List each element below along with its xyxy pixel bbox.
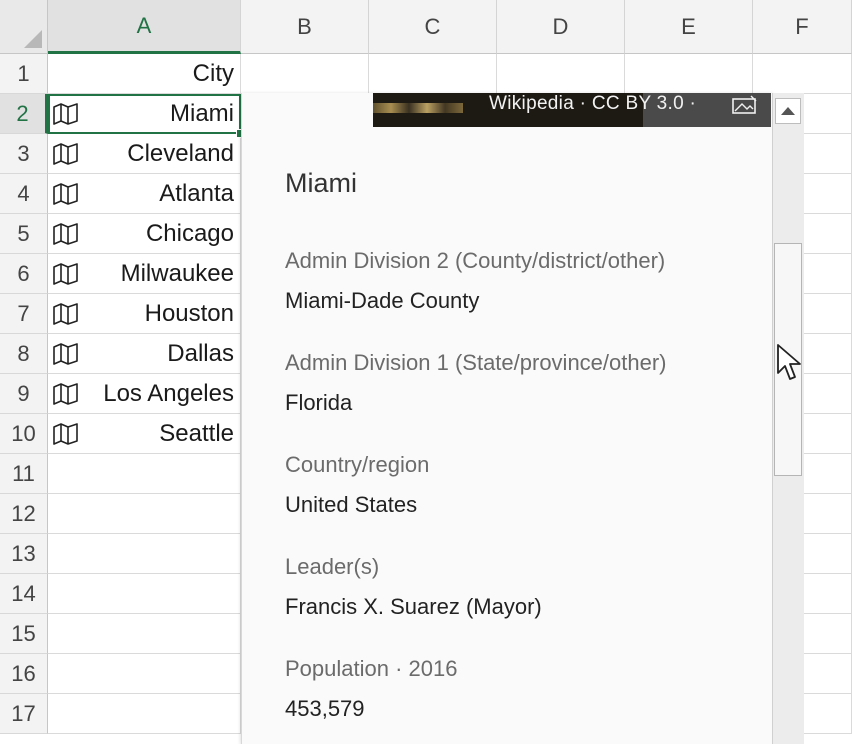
- field-value[interactable]: Francis X. Suarez (Mayor): [285, 594, 542, 620]
- column-header-c[interactable]: C: [369, 0, 497, 54]
- active-cell-border: [48, 94, 241, 134]
- cell-b1[interactable]: [241, 54, 369, 94]
- field-label: Admin Division 1 (State/province/other): [285, 350, 667, 375]
- field-label: Population · 2016: [285, 656, 458, 681]
- cell-f9[interactable]: [804, 374, 852, 414]
- cell-a9[interactable]: Los Angeles: [48, 374, 241, 414]
- cell-f13[interactable]: [804, 534, 852, 574]
- cell-a17[interactable]: [48, 694, 241, 734]
- row-header-5[interactable]: 5: [0, 214, 48, 254]
- cell-d1[interactable]: [497, 54, 625, 94]
- city-photo: [373, 103, 463, 113]
- cell-f6[interactable]: [804, 254, 852, 294]
- row-header-16[interactable]: 16: [0, 654, 48, 694]
- cell-text: Seattle: [159, 419, 234, 447]
- cell-text: Cleveland: [127, 139, 234, 167]
- cell-f2[interactable]: [804, 94, 852, 134]
- field-label: Admin Division 2 (County/district/other): [285, 248, 666, 273]
- row-header-11[interactable]: 11: [0, 454, 48, 494]
- column-header-a[interactable]: A: [48, 0, 241, 54]
- cell-text: Dallas: [167, 339, 234, 367]
- cell-text: Houston: [144, 299, 234, 327]
- row-header-17[interactable]: 17: [0, 694, 48, 734]
- map-icon[interactable]: [52, 302, 80, 325]
- cell-a12[interactable]: [48, 494, 241, 534]
- data-type-card: Wikipedia · CC BY 3.0 · Miami Admin Divi…: [241, 93, 773, 744]
- cell-f10[interactable]: [804, 414, 852, 454]
- card-scrollbar[interactable]: [772, 93, 804, 744]
- map-icon[interactable]: [52, 222, 80, 245]
- cell-a14[interactable]: [48, 574, 241, 614]
- column-header-b[interactable]: B: [241, 0, 369, 54]
- cell-f7[interactable]: [804, 294, 852, 334]
- cell-f4[interactable]: [804, 174, 852, 214]
- map-icon[interactable]: [52, 422, 80, 445]
- image-icon[interactable]: [731, 95, 757, 115]
- cell-f17[interactable]: [804, 694, 852, 734]
- row-header-3[interactable]: 3: [0, 134, 48, 174]
- cell-f1[interactable]: [753, 54, 852, 94]
- select-all-corner[interactable]: [0, 0, 48, 54]
- field-label: Country/region: [285, 452, 430, 477]
- row-header-12[interactable]: 12: [0, 494, 48, 534]
- cell-text: City: [192, 59, 234, 87]
- cell-f11[interactable]: [804, 454, 852, 494]
- cell-a4[interactable]: Atlanta: [48, 174, 241, 214]
- chevron-up-icon[interactable]: [775, 98, 801, 124]
- map-icon[interactable]: [52, 182, 80, 205]
- cell-text: Milwaukee: [120, 259, 234, 287]
- image-credit[interactable]: Wikipedia · CC BY 3.0 ·: [489, 93, 696, 115]
- row-header-9[interactable]: 9: [0, 374, 48, 414]
- cell-f3[interactable]: [804, 134, 852, 174]
- cell-a13[interactable]: [48, 534, 241, 574]
- cell-a3[interactable]: Cleveland: [48, 134, 241, 174]
- field-value[interactable]: Florida: [285, 390, 352, 416]
- row-header-15[interactable]: 15: [0, 614, 48, 654]
- row-header-13[interactable]: 13: [0, 534, 48, 574]
- row-header-7[interactable]: 7: [0, 294, 48, 334]
- cell-e1[interactable]: [625, 54, 753, 94]
- cell-a6[interactable]: Milwaukee: [48, 254, 241, 294]
- cell-a11[interactable]: [48, 454, 241, 494]
- mouse-pointer-icon: [777, 344, 801, 380]
- row-header-8[interactable]: 8: [0, 334, 48, 374]
- cell-f15[interactable]: [804, 614, 852, 654]
- field-label: Leader(s): [285, 554, 380, 579]
- cell-f5[interactable]: [804, 214, 852, 254]
- map-icon[interactable]: [52, 262, 80, 285]
- column-header-f[interactable]: F: [753, 0, 852, 54]
- row-header-4[interactable]: 4: [0, 174, 48, 214]
- map-icon[interactable]: [52, 342, 80, 365]
- row-header-2[interactable]: 2: [0, 94, 48, 134]
- row-header-14[interactable]: 14: [0, 574, 48, 614]
- cell-a7[interactable]: Houston: [48, 294, 241, 334]
- cell-a1[interactable]: City: [48, 54, 241, 94]
- cell-a15[interactable]: [48, 614, 241, 654]
- cell-a16[interactable]: [48, 654, 241, 694]
- field-value[interactable]: Miami-Dade County: [285, 288, 479, 314]
- card-title: Miami: [285, 168, 357, 198]
- cell-f14[interactable]: [804, 574, 852, 614]
- cell-a10[interactable]: Seattle: [48, 414, 241, 454]
- field-value[interactable]: 453,579: [285, 696, 365, 722]
- cell-f16[interactable]: [804, 654, 852, 694]
- column-header-e[interactable]: E: [625, 0, 753, 54]
- column-header-d[interactable]: D: [497, 0, 625, 54]
- field-value[interactable]: United States: [285, 492, 417, 518]
- cell-a5[interactable]: Chicago: [48, 214, 241, 254]
- row-header-1[interactable]: 1: [0, 54, 48, 94]
- cell-f8[interactable]: [804, 334, 852, 374]
- cell-f12[interactable]: [804, 494, 852, 534]
- card-image-strip[interactable]: Wikipedia · CC BY 3.0 ·: [373, 93, 771, 127]
- cell-text: Los Angeles: [103, 379, 234, 407]
- cell-a8[interactable]: Dallas: [48, 334, 241, 374]
- cell-text: Atlanta: [159, 179, 234, 207]
- row-header-6[interactable]: 6: [0, 254, 48, 294]
- map-icon[interactable]: [52, 382, 80, 405]
- map-icon[interactable]: [52, 142, 80, 165]
- row-header-10[interactable]: 10: [0, 414, 48, 454]
- cell-c1[interactable]: [369, 54, 497, 94]
- cell-text: Chicago: [145, 219, 234, 247]
